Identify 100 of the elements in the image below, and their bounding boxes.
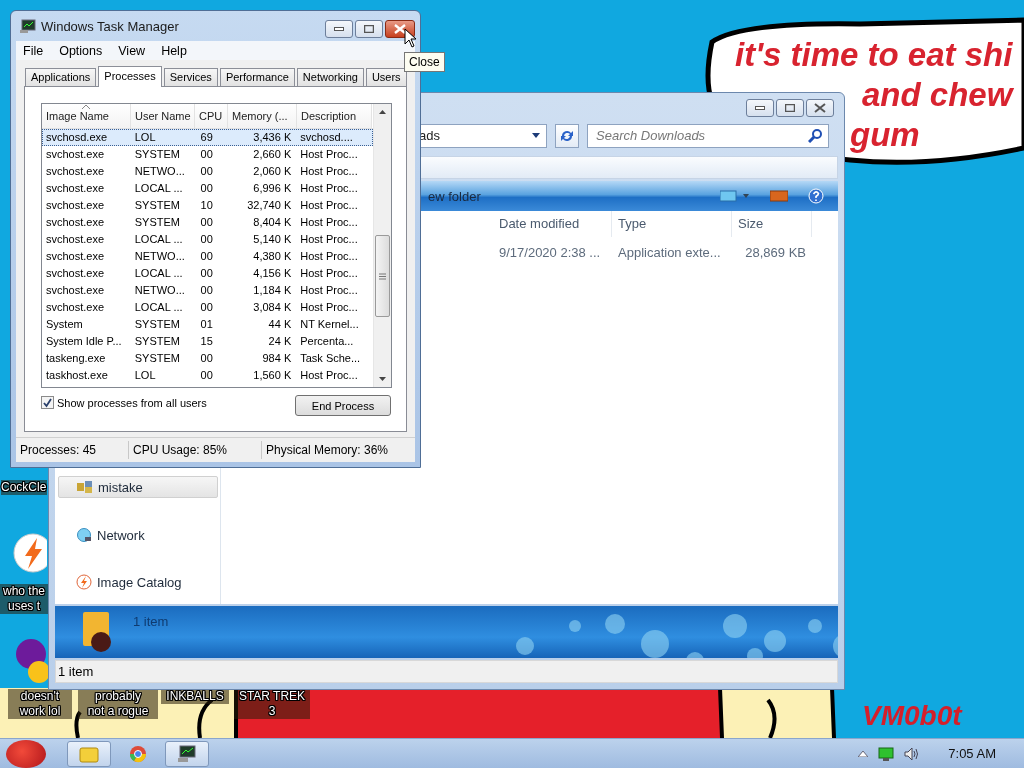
tab[interactable]: Applications xyxy=(25,68,97,86)
table-cell-text: svchost.exe xyxy=(45,266,106,281)
chat-icon[interactable] xyxy=(15,638,51,684)
table-cell-text: NT Kernel... xyxy=(299,317,360,332)
table-row[interactable]: System SYSTEM 01 44 K NT Kernel... xyxy=(42,316,373,333)
network-status-icon[interactable] xyxy=(878,746,895,761)
start-button[interactable] xyxy=(6,739,46,768)
desktop-icon-label[interactable]: STAR TREK 3 xyxy=(234,689,310,719)
table-cell-text: 01 xyxy=(199,317,214,332)
help-icon[interactable] xyxy=(808,188,824,205)
table-cell-text: 24 K xyxy=(267,334,293,349)
column-header[interactable]: Image Name xyxy=(42,104,131,128)
tab[interactable]: Services xyxy=(163,68,218,86)
scrollbar[interactable] xyxy=(373,104,391,387)
menu-item[interactable]: Help xyxy=(156,43,192,58)
refresh-button[interactable] xyxy=(555,123,579,148)
table-cell-text: 00 xyxy=(199,147,214,162)
table-cell-text: svchost.exe xyxy=(45,232,106,247)
menu-item[interactable]: File xyxy=(18,43,49,58)
navigation-item[interactable]: Image Catalog xyxy=(58,572,218,593)
refresh-icon xyxy=(559,128,575,143)
table-cell-text: System xyxy=(45,317,84,332)
table-cell-text: 1,560 K xyxy=(252,368,293,383)
desktop-icon-label[interactable]: probably not a rogue xyxy=(78,689,158,719)
navigation-item[interactable]: Network xyxy=(58,525,218,546)
table-row[interactable]: svchost.exe SYSTEM 10 32,740 K Host Proc... xyxy=(42,197,373,214)
view-icon[interactable] xyxy=(720,190,750,203)
network-icon xyxy=(76,528,92,543)
monitor-icon xyxy=(177,744,197,763)
close-button[interactable] xyxy=(806,99,834,118)
minimize-button[interactable] xyxy=(325,20,353,38)
table-cell-text: Host Proc... xyxy=(299,249,359,264)
table-cell-text: 9/17/2020 2:38 ... xyxy=(498,244,602,263)
table-cell-text: svchost.exe xyxy=(45,198,106,213)
taskbar-button[interactable] xyxy=(165,740,209,767)
table-row[interactable]: svchost.exe LOCAL ... 00 4,156 K Host Proc... xyxy=(42,265,373,282)
table-cell-text: svchost.exe xyxy=(45,249,106,264)
end-process-button[interactable]: End Process xyxy=(295,395,391,416)
volume-icon[interactable] xyxy=(904,746,921,761)
column-header[interactable]: Date modified xyxy=(493,211,612,238)
table-row[interactable]: svchost.exe SYSTEM 00 8,404 K Host Proc... xyxy=(42,214,373,231)
maximize-button[interactable] xyxy=(355,20,383,38)
show-hidden-icons-button[interactable] xyxy=(858,750,869,757)
column-header[interactable]: CPU xyxy=(195,104,228,128)
table-row[interactable]: svchost.exe NETWO... 00 4,380 K Host Proc... xyxy=(42,248,373,265)
maximize-button[interactable] xyxy=(776,99,804,118)
table-cell-text: 8,404 K xyxy=(252,215,293,230)
maximize-icon xyxy=(785,104,795,113)
table-row[interactable]: svchost.exe SYSTEM 00 2,660 K Host Proc... xyxy=(42,146,373,163)
table-cell-text: svchost.exe xyxy=(45,215,106,230)
desktop-icon-label[interactable]: who the uses t xyxy=(0,584,48,614)
menu-item[interactable]: Options xyxy=(54,43,108,58)
table-row[interactable]: svchost.exe LOCAL ... 00 6,996 K Host Proc... xyxy=(42,180,373,197)
table-cell-text: 6,996 K xyxy=(252,181,293,196)
column-header[interactable]: Size xyxy=(732,211,812,238)
checkbox[interactable] xyxy=(41,396,54,409)
table-cell-text: taskeng.exe xyxy=(45,351,107,366)
item-count: 1 item xyxy=(133,613,169,629)
table-cell-text: 3,084 K xyxy=(252,300,293,315)
search-field[interactable]: Search Downloads xyxy=(587,123,829,148)
table-cell-text: Host Proc... xyxy=(299,368,359,383)
table-cell-text: svchost.exe xyxy=(45,164,106,179)
table-row[interactable]: svchost.exe LOCAL ... 00 3,084 K Host Proc... xyxy=(42,299,373,316)
table-cell-text: 1,184 K xyxy=(252,283,293,298)
table-cell-text: Host Proc... xyxy=(299,266,359,281)
table-cell-text: 00 xyxy=(199,181,214,196)
table-row[interactable]: svchost.exe LOCAL ... 00 5,140 K Host Proc... xyxy=(42,231,373,248)
window-title: Windows Task Manager xyxy=(41,18,180,34)
tab[interactable]: Networking xyxy=(296,68,364,86)
library-icon xyxy=(77,481,93,494)
minimize-button[interactable] xyxy=(746,99,774,118)
desktop-icon-label[interactable]: CockCle xyxy=(1,480,47,495)
table-row[interactable]: taskhost.exe LOL 00 1,560 K Host Proc... xyxy=(42,367,373,384)
tab[interactable]: Performance xyxy=(219,68,295,86)
table-cell-text: 32,740 K xyxy=(246,198,293,213)
table-row[interactable]: svchost.exe NETWO... 00 2,060 K Host Proc... xyxy=(42,163,373,180)
desktop-icon-label[interactable]: doesn't work lol xyxy=(8,689,72,719)
tab[interactable]: Users xyxy=(365,68,407,86)
show-all-users-checkbox[interactable]: Show processes from all users xyxy=(41,396,207,409)
table-row[interactable]: taskeng.exe SYSTEM 00 984 K Task Sche... xyxy=(42,350,373,367)
table-cell-text: LOCAL ... xyxy=(133,300,184,315)
minimize-icon xyxy=(755,106,765,111)
table-row[interactable]: svchost.exe NETWO... 00 1,184 K Host Proc... xyxy=(42,282,373,299)
new-folder-button[interactable]: ew folder xyxy=(428,188,481,204)
table-row[interactable]: svchosd.exe LOL 69 3,436 K svchosd.... xyxy=(42,129,373,146)
table-cell-text: 00 xyxy=(199,164,214,179)
lightning-icon[interactable] xyxy=(13,532,47,574)
table-cell-text: Host Proc... xyxy=(299,181,359,196)
tab[interactable]: Processes xyxy=(98,66,162,87)
column-header[interactable]: User Name xyxy=(131,104,195,128)
clock[interactable]: 7:05 AM xyxy=(948,746,996,761)
table-row[interactable]: System Idle P... SYSTEM 15 24 K Percenta... xyxy=(42,333,373,350)
column-header[interactable]: Memory (... xyxy=(228,104,297,128)
table-cell-text: 4,380 K xyxy=(252,249,293,264)
scrollbar-thumb[interactable] xyxy=(375,235,390,317)
close-button[interactable] xyxy=(385,20,415,38)
navigation-item[interactable]: mistake xyxy=(58,476,218,499)
menu-item[interactable]: View xyxy=(113,43,151,58)
column-header[interactable]: Description xyxy=(297,104,372,128)
column-header[interactable]: Type xyxy=(612,211,732,238)
